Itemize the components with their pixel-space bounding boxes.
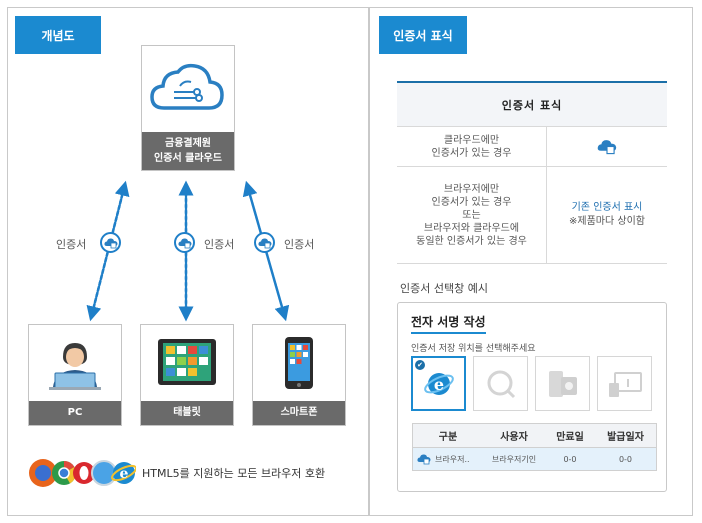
cert-mark-table: 인증서 표식 클라우드에만 인증서가 있는 경우 브라우저에만 인증서가 있는 … bbox=[397, 81, 667, 264]
cert-section-tag: 인증서 표식 bbox=[379, 16, 467, 54]
device-tablet: 태블릿 bbox=[140, 324, 234, 426]
flow-label-tablet: 인증서 bbox=[204, 238, 235, 251]
browser-compat-row: e HTML5를 지원하는 모든 브라우저 호환 bbox=[26, 456, 356, 490]
example-label: 인증서 선택창 예시 bbox=[400, 282, 488, 295]
cert-badge-icon bbox=[100, 232, 121, 253]
device-label-tablet: 태블릿 bbox=[141, 401, 233, 425]
svg-text:e: e bbox=[120, 466, 129, 482]
safari-icon bbox=[91, 460, 117, 486]
location-usb-button[interactable] bbox=[597, 356, 652, 411]
device-label-smartphone: 스마트폰 bbox=[253, 401, 345, 425]
search-disk-icon bbox=[487, 370, 515, 398]
table-row: 클라우드에만 인증서가 있는 경우 bbox=[397, 127, 667, 167]
cert-list-table: 구분 사용자 만료일 발급일자 브라우저.. 브라우저기인 0-0 0-0 bbox=[412, 423, 657, 471]
cert-cloud-box: 금융결제원 인증서 클라우드 bbox=[141, 45, 235, 171]
dialog-title: 전자 서명 작성 bbox=[411, 313, 486, 334]
browser-icons: e bbox=[29, 459, 136, 487]
flow-label-phone: 인증서 bbox=[284, 238, 315, 251]
cert-mark-panel: 인증서 표식 인증서 표식 클라우드에만 인증서가 있는 경우 브라우저에만 인… bbox=[369, 7, 693, 516]
browser-compat-text: HTML5를 지원하는 모든 브라우저 호환 bbox=[142, 467, 326, 480]
usb-drive-icon bbox=[608, 371, 642, 397]
ie-icon: e bbox=[423, 372, 454, 395]
cert-badge-icon bbox=[254, 232, 275, 253]
device-label-pc: PC bbox=[29, 401, 121, 425]
pc-user-icon bbox=[29, 325, 121, 401]
location-browser-button[interactable]: ✔ e bbox=[411, 356, 466, 411]
check-icon: ✔ bbox=[415, 360, 425, 370]
table-row[interactable]: 브라우저.. 브라우저기인 0-0 0-0 bbox=[413, 448, 656, 470]
flow-label-pc: 인증서 bbox=[56, 238, 87, 251]
cert-badge-icon bbox=[174, 232, 195, 253]
location-search-button[interactable] bbox=[473, 356, 528, 411]
cloud-label: 금융결제원 인증서 클라우드 bbox=[142, 132, 234, 170]
concept-section-tag: 개념도 bbox=[15, 16, 101, 54]
cloud-cert-icon bbox=[417, 454, 431, 465]
phone-storage-icon bbox=[548, 370, 577, 397]
location-phone-button[interactable] bbox=[535, 356, 590, 411]
smartphone-icon bbox=[253, 325, 345, 401]
cert-select-dialog: 전자 서명 작성 인증서 저장 위치를 선택해주세요 ✔ e 구분 사용자 만료… bbox=[397, 302, 667, 492]
existing-cert-text: 기존 인증서 표시 bbox=[571, 202, 643, 213]
product-note: ※제품마다 상이함 bbox=[569, 216, 645, 227]
table-header: 인증서 표식 bbox=[397, 83, 667, 127]
cloud-icon bbox=[142, 46, 234, 134]
dialog-instruction: 인증서 저장 위치를 선택해주세요 bbox=[411, 344, 536, 354]
cloud-cert-icon bbox=[597, 140, 617, 155]
table-row: 브라우저에만 인증서가 있는 경우 또는 브라우저와 클라우드에 동일한 인증서… bbox=[397, 167, 667, 264]
tablet-icon bbox=[141, 325, 233, 401]
device-smartphone: 스마트폰 bbox=[252, 324, 346, 426]
concept-panel: 개념도 금융결제원 인증서 클라우드 인증서 인증서 인증서 PC 태블릿 스마… bbox=[7, 7, 369, 516]
device-pc: PC bbox=[28, 324, 122, 426]
cert-list-header: 구분 사용자 만료일 발급일자 bbox=[413, 424, 656, 448]
svg-text:e: e bbox=[433, 375, 443, 394]
